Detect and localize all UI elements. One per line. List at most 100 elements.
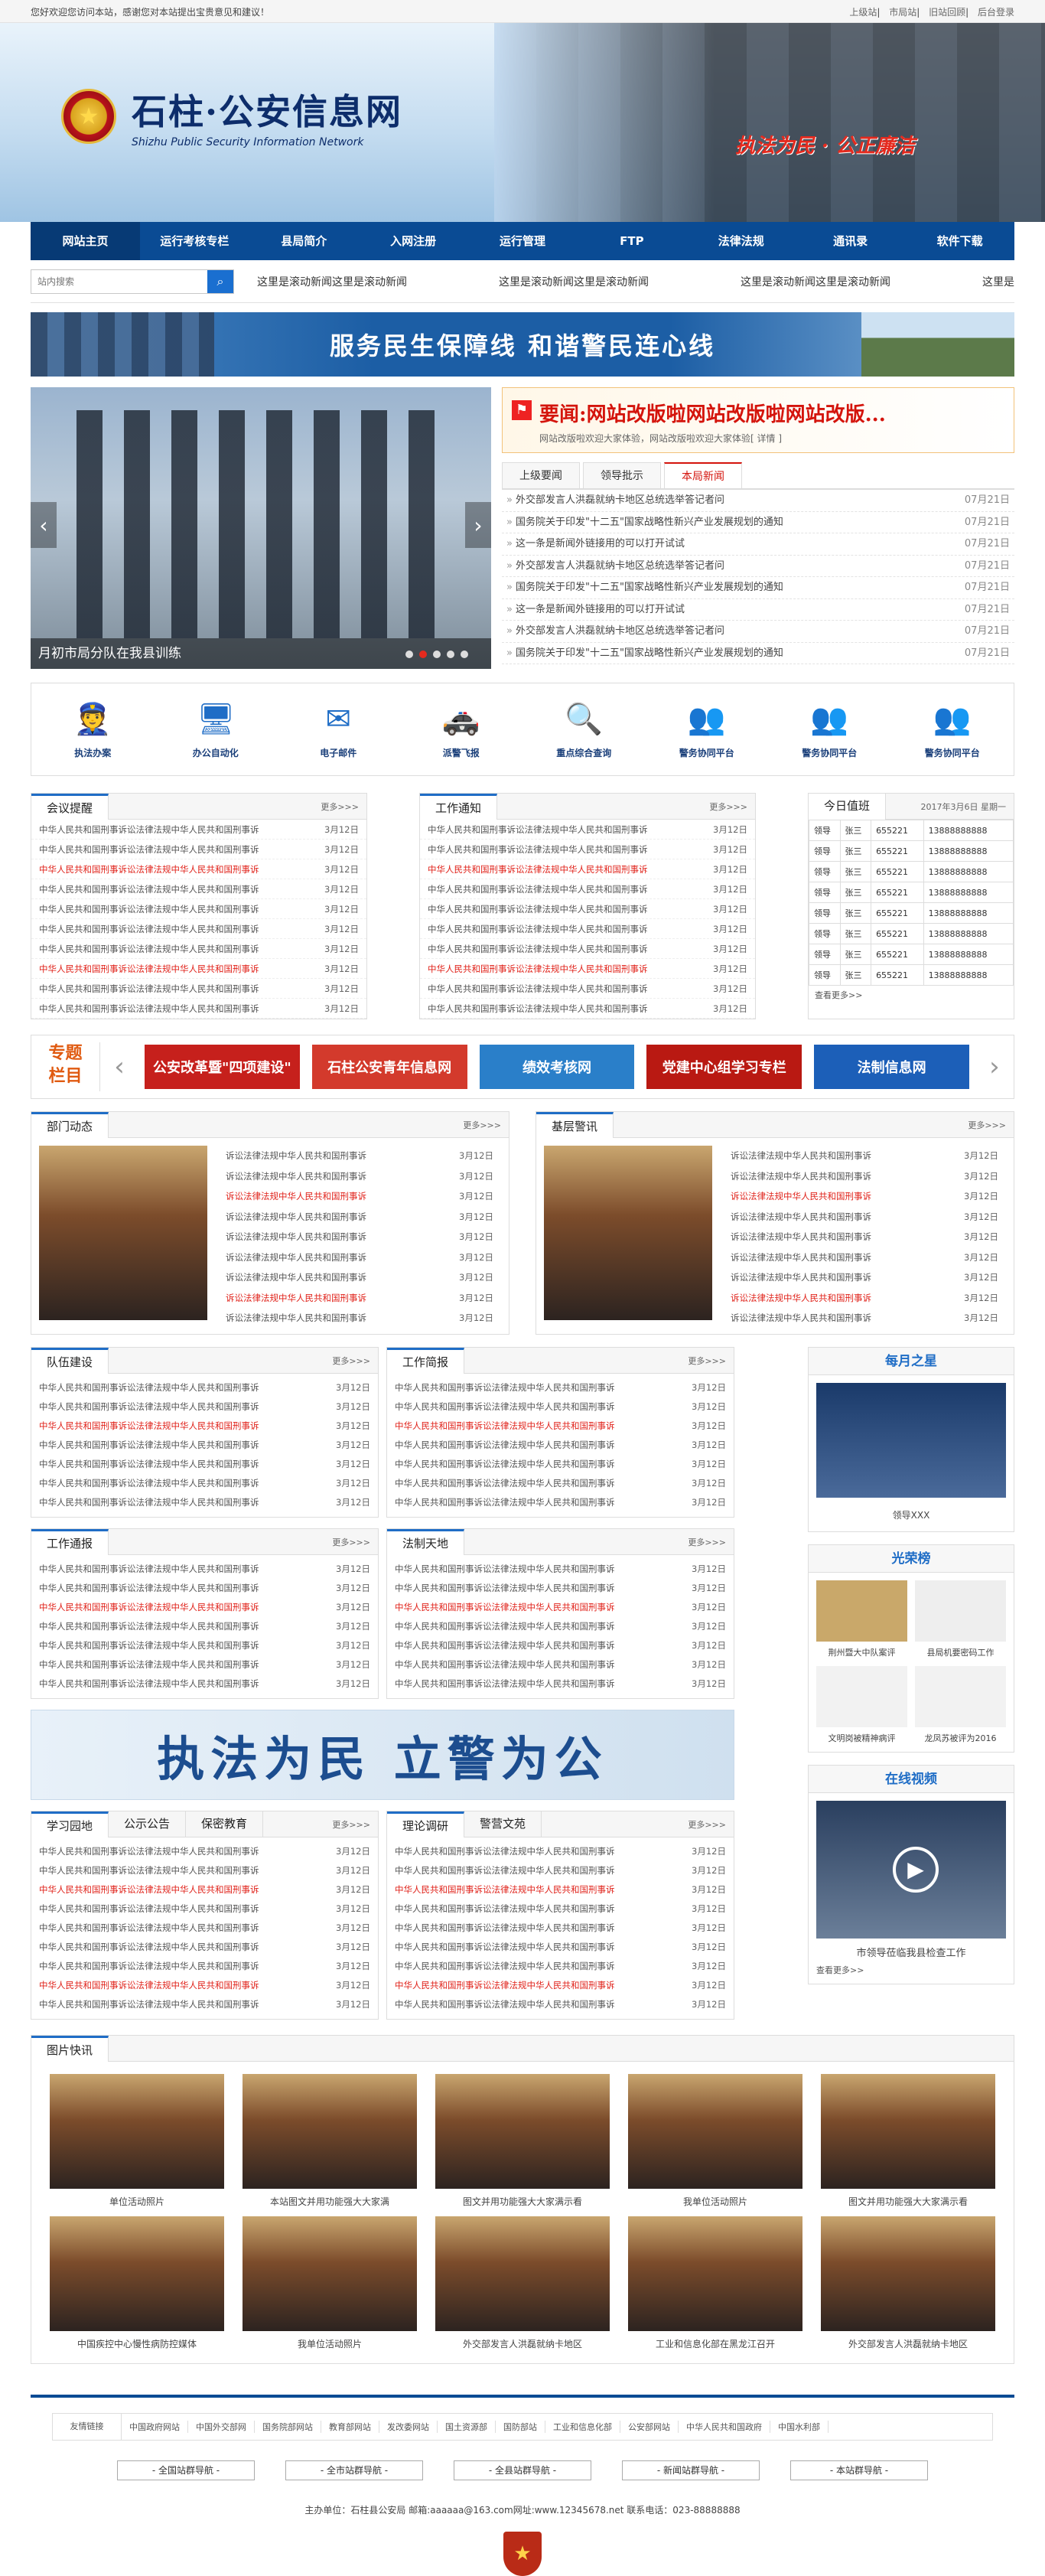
- list-item[interactable]: 中华人民共和国刑事诉讼法律法规中华人民共和国刑事诉 3月12日: [387, 1938, 734, 1957]
- service-platform[interactable]: 👥 警务协同平台: [891, 683, 1014, 775]
- list-item[interactable]: 诉讼法律法规中华人民共和国刑事诉 3月12日: [218, 1146, 501, 1166]
- tab-local-news[interactable]: 本局新闻: [664, 462, 742, 488]
- list-item[interactable]: 诉讼法律法规中华人民共和国刑事诉 3月12日: [723, 1247, 1006, 1268]
- list-item[interactable]: 外交部发言人洪磊就纳卡地区总统选举答记者问 07月21日: [502, 490, 1014, 512]
- service-office-automation[interactable]: 🖥 办公自动化: [155, 683, 278, 775]
- news-title[interactable]: 这一条是新闻外链接用的可以打开试试: [506, 599, 685, 621]
- item-title[interactable]: 中华人民共和国刑事诉讼法律法规中华人民共和国刑事诉: [395, 1397, 615, 1417]
- gallery-caption[interactable]: 单位活动照片: [50, 2195, 224, 2209]
- friend-link[interactable]: 中华人民共和国政府: [679, 2421, 770, 2433]
- list-item[interactable]: 中华人民共和国刑事诉讼法律法规中华人民共和国刑事诉 3月12日: [31, 820, 366, 840]
- item-title[interactable]: 中华人民共和国刑事诉讼法律法规中华人民共和国刑事诉: [39, 1636, 259, 1655]
- friend-link[interactable]: 国防部站: [496, 2421, 545, 2433]
- headline-box[interactable]: ⚑ 要闻:网站改版啦网站改版啦网站改版... 网站改版啦欢迎大家体验，网站改版啦…: [502, 387, 1014, 453]
- news-title[interactable]: 国务院关于印发"十二五"国家战略性新兴产业发展规划的通知: [506, 577, 783, 598]
- panel-title[interactable]: 工作简报: [387, 1347, 465, 1374]
- more-link[interactable]: 更多>>>: [321, 801, 366, 813]
- list-item[interactable]: 中华人民共和国刑事诉讼法律法规中华人民共和国刑事诉 3月12日: [31, 999, 366, 1019]
- list-item[interactable]: 中华人民共和国刑事诉讼法律法规中华人民共和国刑事诉 3月12日: [387, 1976, 734, 1995]
- item-title[interactable]: 中华人民共和国刑事诉讼法律法规中华人民共和国刑事诉: [395, 1842, 615, 1861]
- gallery-item[interactable]: 图文并用功能强大大家满示看: [435, 2074, 610, 2209]
- item-title[interactable]: 中华人民共和国刑事诉讼法律法规中华人民共和国刑事诉: [39, 999, 259, 1018]
- item-title[interactable]: 中华人民共和国刑事诉讼法律法规中华人民共和国刑事诉: [428, 939, 648, 958]
- item-title[interactable]: 诉讼法律法规中华人民共和国刑事诉: [226, 1146, 366, 1166]
- news-title[interactable]: 外交部发言人洪磊就纳卡地区总统选举答记者问: [506, 621, 724, 642]
- item-title[interactable]: 中华人民共和国刑事诉讼法律法规中华人民共和国刑事诉: [395, 1455, 615, 1474]
- list-item[interactable]: 中华人民共和国刑事诉讼法律法规中华人民共和国刑事诉 3月12日: [387, 1560, 734, 1579]
- top-link[interactable]: 市局站: [889, 7, 916, 18]
- item-title[interactable]: 中华人民共和国刑事诉讼法律法规中华人民共和国刑事诉: [395, 1899, 615, 1919]
- list-item[interactable]: 中华人民共和国刑事诉讼法律法规中华人民共和国刑事诉 3月12日: [387, 1861, 734, 1880]
- list-item[interactable]: 诉讼法律法规中华人民共和国刑事诉 3月12日: [723, 1186, 1006, 1207]
- gallery-photo[interactable]: [50, 2216, 224, 2331]
- list-item[interactable]: 中华人民共和国刑事诉讼法律法规中华人民共和国刑事诉 3月12日: [31, 859, 366, 879]
- list-item[interactable]: 中华人民共和国刑事诉讼法律法规中华人民共和国刑事诉 3月12日: [387, 1880, 734, 1899]
- gallery-photo[interactable]: [50, 2074, 224, 2189]
- item-title[interactable]: 中华人民共和国刑事诉讼法律法规中华人民共和国刑事诉: [395, 1474, 615, 1493]
- item-title[interactable]: 中华人民共和国刑事诉讼法律法规中华人民共和国刑事诉: [395, 1861, 615, 1880]
- item-title[interactable]: 中华人民共和国刑事诉讼法律法规中华人民共和国刑事诉: [39, 1417, 259, 1436]
- item-title[interactable]: 中华人民共和国刑事诉讼法律法规中华人民共和国刑事诉: [395, 1957, 615, 1976]
- more-link[interactable]: 更多>>>: [332, 1355, 378, 1367]
- item-title[interactable]: 中华人民共和国刑事诉讼法律法规中华人民共和国刑事诉: [395, 1655, 615, 1674]
- list-item[interactable]: 中华人民共和国刑事诉讼法律法规中华人民共和国刑事诉 3月12日: [387, 1919, 734, 1938]
- item-title[interactable]: 中华人民共和国刑事诉讼法律法规中华人民共和国刑事诉: [428, 820, 648, 839]
- topic-banner[interactable]: 公安改革暨"四项建设": [145, 1045, 300, 1089]
- list-item[interactable]: 中华人民共和国刑事诉讼法律法规中华人民共和国刑事诉 3月12日: [420, 979, 755, 999]
- tab-study[interactable]: 学习园地: [31, 1811, 109, 1837]
- motto-banner[interactable]: 执法为民 立警为公: [31, 1710, 734, 1800]
- video-player[interactable]: ▶: [816, 1801, 1006, 1939]
- nav-item[interactable]: 网站主页: [31, 222, 140, 260]
- item-title[interactable]: 诉讼法律法规中华人民共和国刑事诉: [731, 1166, 871, 1187]
- panel-title[interactable]: 基层警讯: [536, 1111, 614, 1138]
- friend-link[interactable]: 中国水利部: [770, 2421, 829, 2433]
- gallery-caption[interactable]: 图文并用功能强大大家满示看: [435, 2195, 610, 2209]
- news-marquee[interactable]: 这里是滚动新闻这里是滚动新闻 这里是滚动新闻这里是滚动新闻 这里是滚动新闻这里是…: [234, 274, 1014, 289]
- list-item[interactable]: 诉讼法律法规中华人民共和国刑事诉 3月12日: [723, 1207, 1006, 1228]
- service-platform[interactable]: 👥 警务协同平台: [768, 683, 891, 775]
- tab-announcement[interactable]: 公示公告: [109, 1811, 187, 1837]
- item-title[interactable]: 中华人民共和国刑事诉讼法律法规中华人民共和国刑事诉: [39, 879, 259, 898]
- item-title[interactable]: 诉讼法律法规中华人民共和国刑事诉: [731, 1247, 871, 1268]
- item-title[interactable]: 中华人民共和国刑事诉讼法律法规中华人民共和国刑事诉: [395, 1995, 615, 2014]
- photo-slider[interactable]: ‹ › 月初市局分队在我县训练: [31, 387, 491, 669]
- item-title[interactable]: 诉讼法律法规中华人民共和国刑事诉: [226, 1186, 366, 1207]
- list-item[interactable]: 中华人民共和国刑事诉讼法律法规中华人民共和国刑事诉 3月12日: [31, 1976, 378, 1995]
- nav-item[interactable]: 运行管理: [468, 222, 578, 260]
- site-nav-select[interactable]: - 全市站群导航 -: [285, 2460, 423, 2480]
- item-title[interactable]: 中华人民共和国刑事诉讼法律法规中华人民共和国刑事诉: [395, 1560, 615, 1579]
- list-item[interactable]: 中华人民共和国刑事诉讼法律法规中华人民共和国刑事诉 3月12日: [31, 1493, 378, 1512]
- item-title[interactable]: 中华人民共和国刑事诉讼法律法规中华人民共和国刑事诉: [39, 1560, 259, 1579]
- item-title[interactable]: 中华人民共和国刑事诉讼法律法规中华人民共和国刑事诉: [395, 1636, 615, 1655]
- list-item[interactable]: 中华人民共和国刑事诉讼法律法规中华人民共和国刑事诉 3月12日: [387, 1598, 734, 1617]
- panel-title[interactable]: 法制天地: [387, 1528, 465, 1555]
- topic-banner[interactable]: 绩效考核网: [479, 1045, 635, 1089]
- friend-link[interactable]: 国务院部网站: [255, 2421, 321, 2433]
- list-item[interactable]: 中华人民共和国刑事诉讼法律法规中华人民共和国刑事诉 3月12日: [420, 879, 755, 899]
- gallery-caption[interactable]: 我单位活动照片: [628, 2195, 802, 2209]
- tab-leader-instructions[interactable]: 领导批示: [583, 462, 661, 488]
- friend-link[interactable]: 发改委网站: [379, 2421, 438, 2433]
- list-item[interactable]: 中华人民共和国刑事诉讼法律法规中华人民共和国刑事诉 3月12日: [31, 919, 366, 939]
- honor-item[interactable]: 文明岗被精神病评: [816, 1666, 907, 1744]
- list-item[interactable]: 中华人民共和国刑事诉讼法律法规中华人民共和国刑事诉 3月12日: [31, 1455, 378, 1474]
- item-title[interactable]: 中华人民共和国刑事诉讼法律法规中华人民共和国刑事诉: [428, 979, 648, 998]
- item-title[interactable]: 中华人民共和国刑事诉讼法律法规中华人民共和国刑事诉: [39, 939, 259, 958]
- list-item[interactable]: 中华人民共和国刑事诉讼法律法规中华人民共和国刑事诉 3月12日: [387, 1995, 734, 2014]
- nav-item[interactable]: 县局简介: [249, 222, 359, 260]
- friend-link[interactable]: 中国外交部网: [188, 2421, 255, 2433]
- honor-item[interactable]: 县局机要密码工作: [915, 1580, 1006, 1658]
- list-item[interactable]: 中华人民共和国刑事诉讼法律法规中华人民共和国刑事诉 3月12日: [31, 1861, 378, 1880]
- service-email[interactable]: ✉ 电子邮件: [277, 683, 400, 775]
- top-link[interactable]: 后台登录: [978, 7, 1014, 18]
- list-item[interactable]: 中华人民共和国刑事诉讼法律法规中华人民共和国刑事诉 3月12日: [387, 1474, 734, 1493]
- panel-title[interactable]: 部门动态: [31, 1111, 109, 1138]
- gallery-photo[interactable]: [628, 2216, 802, 2331]
- list-item[interactable]: 中华人民共和国刑事诉讼法律法规中华人民共和国刑事诉 3月12日: [31, 1474, 378, 1493]
- friend-link[interactable]: 国土资源部: [438, 2421, 496, 2433]
- item-title[interactable]: 诉讼法律法规中华人民共和国刑事诉: [226, 1288, 366, 1309]
- item-title[interactable]: 诉讼法律法规中华人民共和国刑事诉: [731, 1146, 871, 1166]
- base-photo[interactable]: [544, 1146, 712, 1320]
- news-title[interactable]: 国务院关于印发"十二五"国家战略性新兴产业发展规划的通知: [506, 643, 783, 664]
- list-item[interactable]: 中华人民共和国刑事诉讼法律法规中华人民共和国刑事诉 3月12日: [387, 1636, 734, 1655]
